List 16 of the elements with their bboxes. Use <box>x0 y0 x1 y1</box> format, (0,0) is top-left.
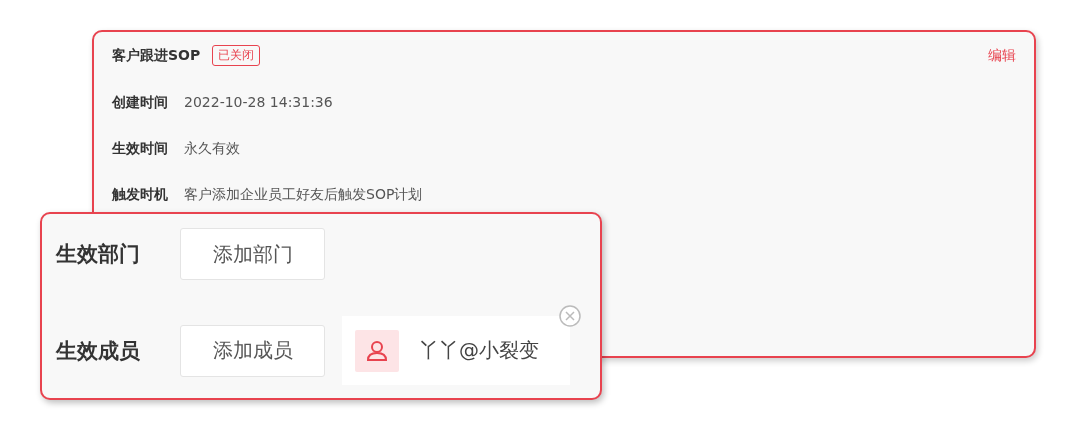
field-label: 创建时间 <box>112 94 168 112</box>
field-value: 客户添加企业员工好友后触发SOP计划 <box>184 186 423 204</box>
field-label: 生效时间 <box>112 140 168 158</box>
member-name: 丫丫@小裂变 <box>419 337 539 364</box>
scope-label: 生效部门 <box>56 241 141 268</box>
edit-link[interactable]: 编辑 <box>988 46 1016 65</box>
field-value: 2022-10-28 14:31:36 <box>184 94 333 112</box>
add-button[interactable]: 添加部门 <box>180 228 325 280</box>
close-icon[interactable] <box>559 305 581 327</box>
field-value: 永久有效 <box>184 140 240 158</box>
person-icon <box>355 329 399 372</box>
add-button[interactable]: 添加成员 <box>180 324 325 377</box>
status-tag: 已关闭 <box>212 45 261 66</box>
card-title: 客户跟进SOP <box>112 46 201 65</box>
scope-label: 生效成员 <box>56 337 141 365</box>
field-label: 触发时机 <box>112 186 168 204</box>
